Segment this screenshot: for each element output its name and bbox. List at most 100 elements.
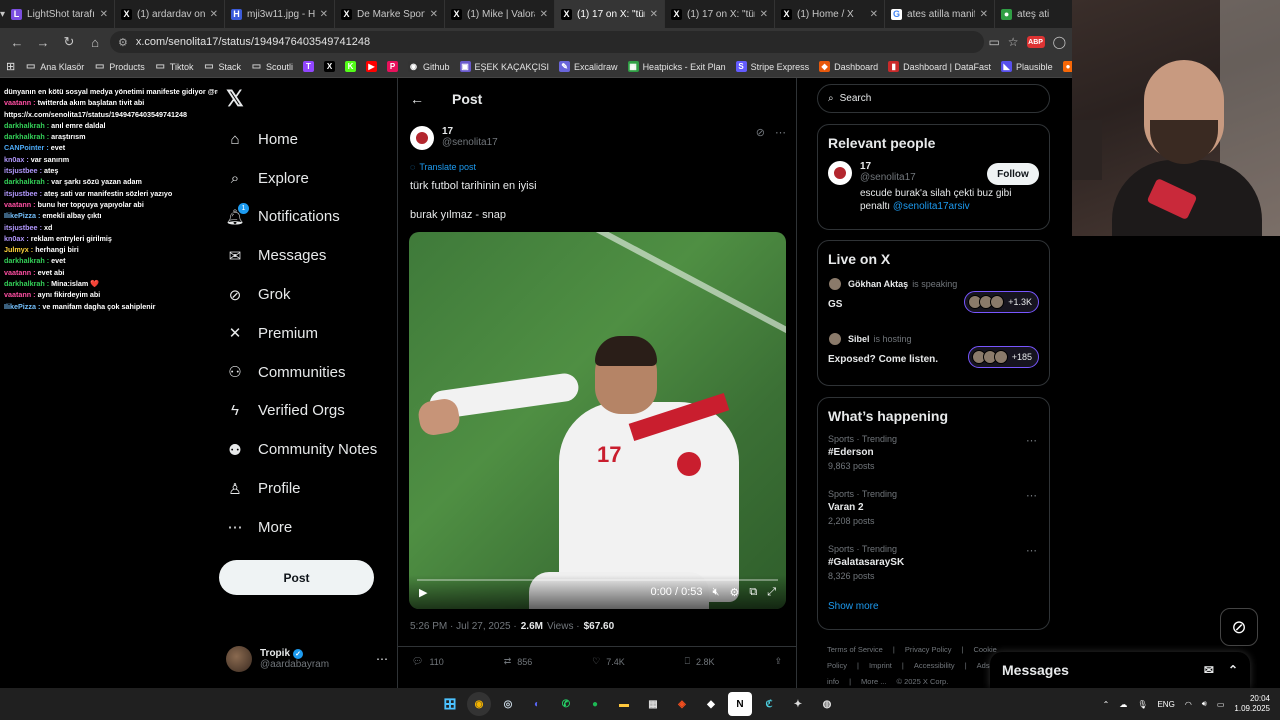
forward-button[interactable]: → — [32, 31, 54, 53]
trend-item[interactable]: Sports · Trending #Ederson 9,863 posts ⋯ — [828, 434, 1039, 489]
battery-icon[interactable]: ▭ — [1217, 700, 1225, 709]
mic-tray-icon[interactable]: 🎙︎ — [1137, 700, 1147, 709]
wifi-icon[interactable]: ◠ — [1185, 700, 1192, 709]
nav-item-premium[interactable]: ✕ Premium — [226, 314, 396, 353]
live-listeners-pill[interactable]: +1.3K — [964, 291, 1039, 313]
browser-tab[interactable]: X (1) 17 on X: "türk ✕ — [665, 0, 776, 28]
windows-start-icon[interactable]: ⊞ — [438, 692, 462, 716]
tab-close-icon[interactable]: ✕ — [650, 9, 658, 20]
onedrive-icon[interactable]: ☁ — [1119, 700, 1127, 709]
more-icon[interactable]: ⋯ — [775, 126, 786, 139]
relevant-avatar[interactable] — [828, 161, 852, 185]
post-button[interactable]: Post — [219, 560, 374, 595]
tab-close-icon[interactable]: ✕ — [320, 9, 328, 20]
spotify-icon[interactable]: ● — [583, 692, 607, 716]
apps-icon[interactable]: ⊞ — [6, 60, 15, 73]
new-message-icon[interactable]: ✉ — [1204, 663, 1214, 677]
repost-button[interactable]: ⇄ 856 — [504, 656, 533, 667]
fullscreen-icon[interactable]: ⤢ — [767, 586, 776, 599]
bookmark-item[interactable]: ▭ Stack — [203, 61, 241, 72]
mute-icon[interactable]: 🔇︎ — [713, 586, 720, 599]
adblock-icon[interactable]: ABP — [1026, 36, 1045, 48]
bookmark-button[interactable]: ⎕ 2.8K — [685, 656, 715, 667]
trend-item[interactable]: Sports · Trending #GalatasaraySK 8,326 pos… — [828, 544, 1039, 599]
browser-tab[interactable]: X (1) 17 on X: "türk ✕ — [555, 0, 666, 28]
bookmark-item[interactable]: ▭ Ana Klasör — [25, 61, 84, 72]
nav-item-more[interactable]: ⋯ More — [226, 508, 396, 547]
settings-icon[interactable]: ⚙ — [729, 586, 739, 599]
live-space[interactable]: Gökhan Aktaş is speaking GS +1.3K — [828, 277, 1039, 332]
post-time[interactable]: 5:26 PM · Jul 27, 2025 · — [410, 621, 517, 632]
back-button[interactable]: ← — [6, 31, 28, 53]
show-more-link[interactable]: Show more — [828, 601, 1039, 612]
search-input[interactable]: ⌕ Search — [817, 84, 1050, 113]
tab-close-icon[interactable]: ✕ — [980, 9, 988, 20]
bookmark-item[interactable]: ●Loops — [1062, 61, 1072, 72]
chrome-icon[interactable]: ◉ — [467, 692, 491, 716]
url-input[interactable]: ⚙ x.com/senolita17/status/19494764035497… — [110, 31, 985, 53]
footer-link[interactable]: Privacy Policy — [905, 645, 952, 654]
volume-icon[interactable]: 🔊︎ — [1202, 699, 1207, 709]
obs-recording-icon[interactable]: ◍ — [815, 692, 839, 716]
footer-link[interactable]: Terms of Service — [827, 645, 883, 654]
epic-icon[interactable]: ◆ — [699, 692, 723, 716]
cast-icon[interactable]: ▭ — [988, 35, 999, 49]
nav-item-verified-orgs[interactable]: ϟ Verified Orgs — [226, 392, 396, 431]
play-icon[interactable]: ▶ — [419, 586, 427, 599]
live-space[interactable]: Sibel is hosting Exposed? Come listen. +185 — [828, 332, 1039, 387]
bookmark-item[interactable]: ▶ — [365, 61, 377, 72]
video-player[interactable]: 17 ▶ 0:00 / 0:53 🔇︎ ⚙ ⧉ ⤢ — [409, 232, 786, 609]
grok-button[interactable]: ⊘ — [1220, 608, 1258, 646]
nav-item-explore[interactable]: ⌕ Explore — [226, 159, 396, 198]
nav-item-communities[interactable]: ⚇ Communities — [226, 353, 396, 392]
author-name[interactable]: 17 — [442, 126, 498, 137]
reload-button[interactable]: ↻ — [58, 31, 80, 53]
like-button[interactable]: ♡ 7.4K — [592, 656, 625, 667]
bookmark-item[interactable]: T — [302, 61, 314, 72]
obs-icon[interactable]: ✦ — [786, 692, 810, 716]
author-avatar[interactable] — [410, 126, 434, 150]
site-info-icon[interactable]: ⚙ — [118, 36, 128, 49]
video-progress-bar[interactable] — [417, 579, 778, 581]
nav-item-grok[interactable]: ⊘ Grok — [226, 275, 396, 314]
pip-icon[interactable]: ⧉ — [749, 586, 757, 599]
cursor-icon[interactable]: ℭ — [757, 692, 781, 716]
bookmark-item[interactable]: ▦ Heatpicks - Exit Plan — [627, 61, 726, 72]
nav-item-profile[interactable]: ♙ Profile — [226, 469, 396, 508]
file-explorer-icon[interactable]: ▬ — [612, 692, 636, 716]
grok-icon[interactable]: ⊘ — [756, 126, 765, 139]
bookmark-item[interactable]: ▣ EŞEK KAÇAKÇISI — [459, 61, 549, 72]
steam-icon[interactable]: ◎ — [496, 692, 520, 716]
reply-button[interactable]: 💬︎ 110 — [412, 656, 444, 667]
browser-tab[interactable]: L LightShot tarafından ✕ — [5, 0, 116, 28]
bookmark-item[interactable]: K — [344, 61, 356, 72]
x-logo-icon[interactable]: 𝕏 — [226, 88, 248, 110]
more-icon[interactable]: ⋯ — [1026, 434, 1037, 447]
browser-tab[interactable]: Gates atilla manifes ✕ — [885, 0, 996, 28]
bookmark-item[interactable]: S Stripe Express — [735, 61, 809, 72]
author-handle[interactable]: @senolita17 — [442, 137, 498, 148]
more-icon[interactable]: ⋯ — [376, 652, 388, 666]
tab-close-icon[interactable]: ✕ — [430, 9, 438, 20]
bookmark-item[interactable]: ✎ Excalidraw — [559, 61, 618, 72]
translate-link[interactable]: ◌ Translate post — [410, 162, 476, 172]
nav-item-community-notes[interactable]: ⚉ Community Notes — [226, 430, 396, 469]
whatsapp-icon[interactable]: ✆ — [554, 692, 578, 716]
bookmark-star-icon[interactable]: ☆ — [1008, 35, 1019, 49]
bookmark-item[interactable]: ▮ Dashboard | DataFast — [888, 61, 991, 72]
tab-close-icon[interactable]: ✕ — [760, 9, 768, 20]
bookmark-item[interactable]: ▭ Products — [94, 61, 145, 72]
system-clock[interactable]: 20:04 1.09.2025 — [1234, 694, 1270, 714]
live-listeners-pill[interactable]: +185 — [967, 346, 1039, 368]
home-button[interactable]: ⌂ — [84, 31, 106, 53]
discord-icon[interactable]: ◐ — [525, 692, 549, 716]
footer-link[interactable]: Accessibility — [914, 661, 955, 670]
more-icon[interactable]: ⋯ — [1026, 544, 1037, 557]
browser-tab[interactable]: X (1) Mike | Valorant ✕ — [445, 0, 556, 28]
follow-button[interactable]: Follow — [987, 163, 1039, 185]
messages-drawer[interactable]: Messages ✉ ⌃ — [990, 652, 1250, 688]
nav-item-home[interactable]: ⌂ Home — [226, 120, 396, 159]
bookmark-item[interactable]: ◣ Plausible — [1001, 61, 1053, 72]
tab-close-icon[interactable]: ✕ — [870, 9, 878, 20]
footer-link[interactable]: Imprint — [869, 661, 892, 670]
